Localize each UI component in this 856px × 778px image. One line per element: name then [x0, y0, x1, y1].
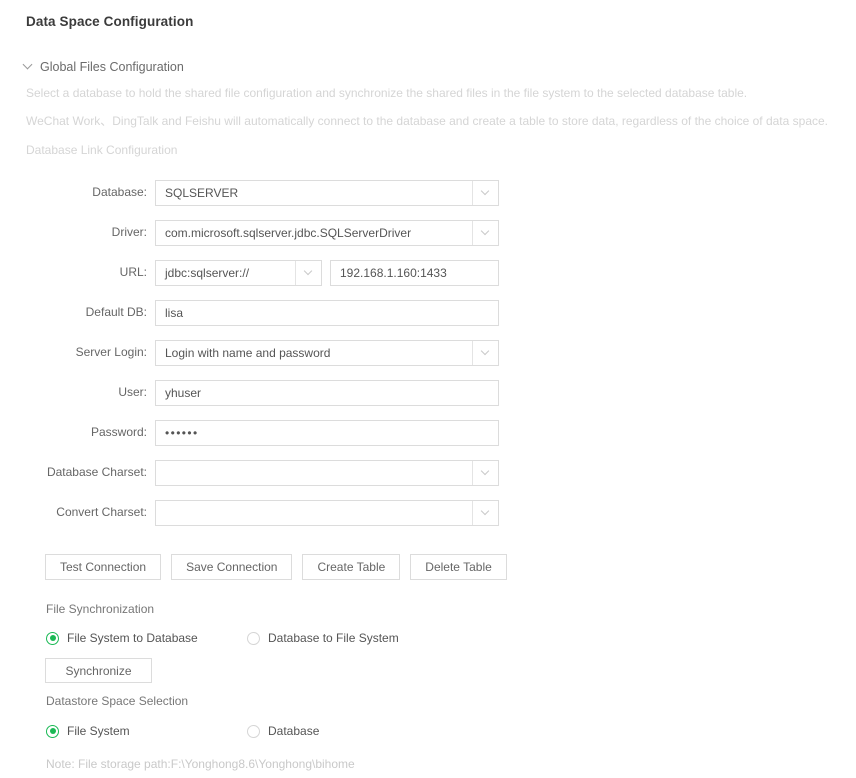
file-synchronization-label: File Synchronization [46, 602, 155, 616]
convert-charset-value [156, 501, 472, 525]
global-files-configuration-section-header[interactable]: Global Files Configuration [24, 60, 184, 74]
create-table-button[interactable]: Create Table [302, 554, 401, 580]
url-host-input[interactable]: 192.168.1.160:1433 [330, 260, 499, 286]
database-select-value: SQLSERVER [165, 186, 239, 200]
form-row-user: User: yhuser [0, 380, 856, 406]
database-link-configuration-label: Database Link Configuration [26, 143, 178, 157]
test-connection-button[interactable]: Test Connection [45, 554, 162, 580]
chevron-down-icon[interactable] [472, 461, 498, 485]
driver-select[interactable]: com.microsoft.sqlserver.jdbc.SQLServerDr… [155, 220, 499, 246]
convert-charset-select[interactable] [155, 500, 499, 526]
default-db-input[interactable]: lisa [155, 300, 499, 326]
database-charset-select[interactable] [155, 460, 499, 486]
chevron-down-icon[interactable] [472, 181, 498, 205]
label-server-login: Server Login: [75, 345, 147, 359]
url-protocol-value: jdbc:sqlserver:// [165, 266, 250, 280]
label-convert-charset: Convert Charset: [56, 505, 147, 519]
data-space-configuration-page: Data Space Configuration Global Files Co… [0, 0, 856, 778]
chevron-down-icon[interactable] [472, 221, 498, 245]
password-value: •••••• [165, 426, 199, 440]
label-default-db: Default DB: [85, 305, 147, 319]
radio-file-system[interactable]: File System [46, 724, 130, 738]
password-input[interactable]: •••••• [155, 420, 499, 446]
section-header-label: Global Files Configuration [40, 60, 184, 74]
page-title: Data Space Configuration [26, 14, 194, 29]
label-driver: Driver: [111, 225, 147, 239]
label-database: Database: [92, 185, 147, 199]
radio-database-to-file-system[interactable]: Database to File System [247, 631, 399, 645]
server-login-value: Login with name and password [165, 346, 331, 360]
form-row-server-login: Server Login: Login with name and passwo… [0, 340, 856, 366]
delete-table-button[interactable]: Delete Table [410, 554, 507, 580]
form-row-convert-charset: Convert Charset: [0, 500, 856, 526]
chevron-down-icon[interactable] [472, 501, 498, 525]
user-input[interactable]: yhuser [155, 380, 499, 406]
chevron-down-icon[interactable] [295, 261, 321, 285]
file-storage-path-note: Note: File storage path:F:\Yonghong8.6\Y… [46, 757, 355, 771]
label-password: Password: [90, 425, 147, 439]
form-row-password: Password: •••••• [0, 420, 856, 446]
database-charset-value [156, 461, 472, 485]
driver-select-value: com.microsoft.sqlserver.jdbc.SQLServerDr… [165, 226, 412, 240]
save-connection-button[interactable]: Save Connection [171, 554, 293, 580]
radio-unselected-icon [247, 724, 260, 738]
radio-label: File System [67, 724, 130, 738]
user-value: yhuser [165, 386, 202, 400]
chevron-down-icon[interactable] [472, 341, 498, 365]
form-row-driver: Driver: com.microsoft.sqlserver.jdbc.SQL… [0, 220, 856, 246]
label-user: User: [118, 385, 147, 399]
default-db-value: lisa [165, 306, 184, 320]
radio-database[interactable]: Database [247, 724, 319, 738]
radio-label: Database [268, 724, 320, 738]
form-row-default-db: Default DB: lisa [0, 300, 856, 326]
datastore-space-selection-label: Datastore Space Selection [46, 694, 189, 708]
connection-action-buttons: Test Connection Save Connection Create T… [45, 554, 507, 580]
chevron-down-icon [24, 61, 33, 70]
form-row-url: URL: jdbc:sqlserver:// 192.168.1.160:143… [0, 260, 856, 286]
label-database-charset: Database Charset: [46, 465, 147, 479]
database-link-form: Database: SQLSERVER Driver: com.microsof… [0, 180, 856, 540]
database-select[interactable]: SQLSERVER [155, 180, 499, 206]
hint-text-messaging-apps: WeChat Work、DingTalk and Feishu will aut… [26, 114, 829, 128]
synchronize-button[interactable]: Synchronize [45, 658, 152, 683]
radio-selected-icon [46, 631, 59, 645]
server-login-select[interactable]: Login with name and password [155, 340, 499, 366]
label-url: URL: [119, 265, 147, 279]
radio-file-system-to-database[interactable]: File System to Database [46, 631, 198, 645]
radio-label: Database to File System [268, 631, 399, 645]
radio-label: File System to Database [67, 631, 198, 645]
radio-unselected-icon [247, 631, 260, 645]
radio-selected-icon [46, 724, 59, 738]
url-protocol-select[interactable]: jdbc:sqlserver:// [155, 260, 322, 286]
hint-text-shared-file-config: Select a database to hold the shared fil… [26, 86, 748, 100]
form-row-database: Database: SQLSERVER [0, 180, 856, 206]
form-row-database-charset: Database Charset: [0, 460, 856, 486]
